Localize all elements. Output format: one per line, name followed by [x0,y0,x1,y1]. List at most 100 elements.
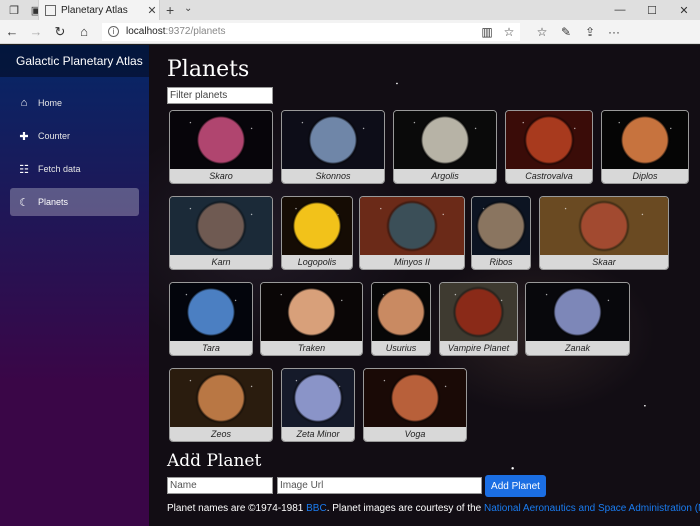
planet-name: Skaro [170,169,272,183]
planet-image [360,197,464,255]
planet-image [372,283,430,341]
favorite-star-icon[interactable]: ☆ [498,20,520,44]
browser-titlebar: ❐ ▣ Planetary Atlas ✕ + ⌄ — ☐ ✕ [0,0,700,20]
footer-credits: Planet names are ©1974-1981 BBC. Planet … [167,503,700,514]
planet-image [170,369,272,427]
more-menu-icon[interactable]: ··· [602,20,626,44]
list-icon: ☷ [19,163,29,176]
planet-image [170,283,252,341]
minimize-icon[interactable]: — [604,0,636,20]
planet-image [282,111,384,169]
sidebar-item-counter[interactable]: ✚ Counter [10,122,139,150]
planet-card[interactable]: Skaro [169,110,273,184]
planet-name: Voga [364,427,466,441]
new-tab-icon[interactable]: + [166,2,174,18]
planet-card[interactable]: Zeos [169,368,273,442]
add-planet-heading: Add Planet [167,451,262,471]
bbc-link[interactable]: BBC [306,503,327,514]
planet-name: Castrovalva [506,169,592,183]
planet-name: Zeos [170,427,272,441]
planet-name: Traken [261,341,362,355]
tab-list-chevron-icon[interactable]: ⌄ [184,3,192,14]
web-note-icon[interactable]: ✎ [554,20,578,44]
tab-actions-icon[interactable]: ❐ [6,2,22,18]
favorites-hub-icon[interactable]: ☆ [530,20,554,44]
planet-card[interactable]: Traken [260,282,363,356]
planet-image [472,197,530,255]
planet-name-input[interactable] [167,477,273,494]
close-window-icon[interactable]: ✕ [668,0,700,20]
planet-image [526,283,629,341]
planet-card[interactable]: Argolis [393,110,497,184]
sidebar-item-label: Fetch data [38,164,81,174]
address-bar[interactable]: i localhost:9372/planets ▥ ☆ [102,20,520,44]
planet-card[interactable]: Karn [169,196,273,270]
footer-text: Planet names are ©1974-1981 [167,503,307,514]
planet-name: Skonnos [282,169,384,183]
sidebar-item-planets[interactable]: ☾ Planets [10,188,139,216]
planet-image [602,111,688,169]
planet-image [282,197,352,255]
home-icon: ⌂ [20,97,28,109]
tab-close-icon[interactable]: ✕ [145,4,159,17]
back-icon[interactable]: ← [0,20,24,44]
sidebar-item-label: Planets [38,197,69,207]
planet-card[interactable]: Vampire Planet [439,282,518,356]
planet-name: Argolis [394,169,496,183]
image-url-input[interactable] [277,477,482,494]
tab-title: Planetary Atlas [61,4,128,16]
browser-tab[interactable]: Planetary Atlas ✕ [38,0,160,20]
forward-icon[interactable]: → [24,20,48,44]
planet-name: Ribos [472,255,530,269]
home-browser-icon[interactable]: ⌂ [72,20,96,44]
filter-planets-input[interactable] [167,87,273,104]
refresh-icon[interactable]: ↻ [48,20,72,44]
planet-image [170,111,272,169]
url-path: :9372/planets [165,26,226,37]
planet-card[interactable]: Usurius [371,282,431,356]
planet-card[interactable]: Minyos II [359,196,465,270]
planet-card[interactable]: Diplos [601,110,689,184]
planet-name: Minyos II [360,255,464,269]
maximize-icon[interactable]: ☐ [636,0,668,20]
planet-name: Usurius [372,341,430,355]
planet-image [170,197,272,255]
planet-image [540,197,668,255]
sidebar-nav: ⌂ Home ✚ Counter ☷ Fetch data ☾ Planets [0,77,149,216]
planet-card[interactable]: Tara [169,282,253,356]
planet-image [282,369,354,427]
planet-card[interactable]: Logopolis [281,196,353,270]
sidebar-item-fetch-data[interactable]: ☷ Fetch data [10,155,139,183]
add-planet-button[interactable]: Add Planet [485,475,546,497]
sidebar-item-label: Home [38,98,63,108]
page-favicon-icon [45,4,56,16]
url-host: localhost [126,26,166,37]
planet-card[interactable]: Skaar [539,196,669,270]
planet-name: Karn [170,255,272,269]
app-brand[interactable]: Galactic Planetary Atlas [0,45,149,77]
planet-name: Skaar [540,255,668,269]
footer-text: . Planet images are courtesy of the [326,503,485,514]
page-title: Planets [167,57,250,82]
planet-name: Logopolis [282,255,352,269]
moon-icon: ☾ [19,196,29,209]
site-info-icon[interactable]: i [108,26,119,37]
sidebar-item-home[interactable]: ⌂ Home [10,89,139,117]
planet-image [261,283,362,341]
plus-icon: ✚ [19,130,29,143]
planet-image [506,111,592,169]
planet-card[interactable]: Skonnos [281,110,385,184]
planet-card[interactable]: Ribos [471,196,531,270]
nasa-link[interactable]: National Aeronautics and Space Administr… [484,503,700,514]
planet-card[interactable]: Voga [363,368,467,442]
planet-card[interactable]: Zeta Minor [281,368,355,442]
planet-card[interactable]: Castrovalva [505,110,593,184]
browser-toolbar: ← → ↻ ⌂ i localhost:9372/planets ▥ ☆ ☆ ✎… [0,20,700,44]
planet-image [364,369,466,427]
planet-name: Diplos [602,169,688,183]
share-icon[interactable]: ⇪ [578,20,602,44]
main-content: Planets Skaro Skonnos Argolis Castrovalva Di… [149,45,700,526]
planet-image [394,111,496,169]
planet-card[interactable]: Zanak [525,282,630,356]
reading-view-icon[interactable]: ▥ [476,20,498,44]
